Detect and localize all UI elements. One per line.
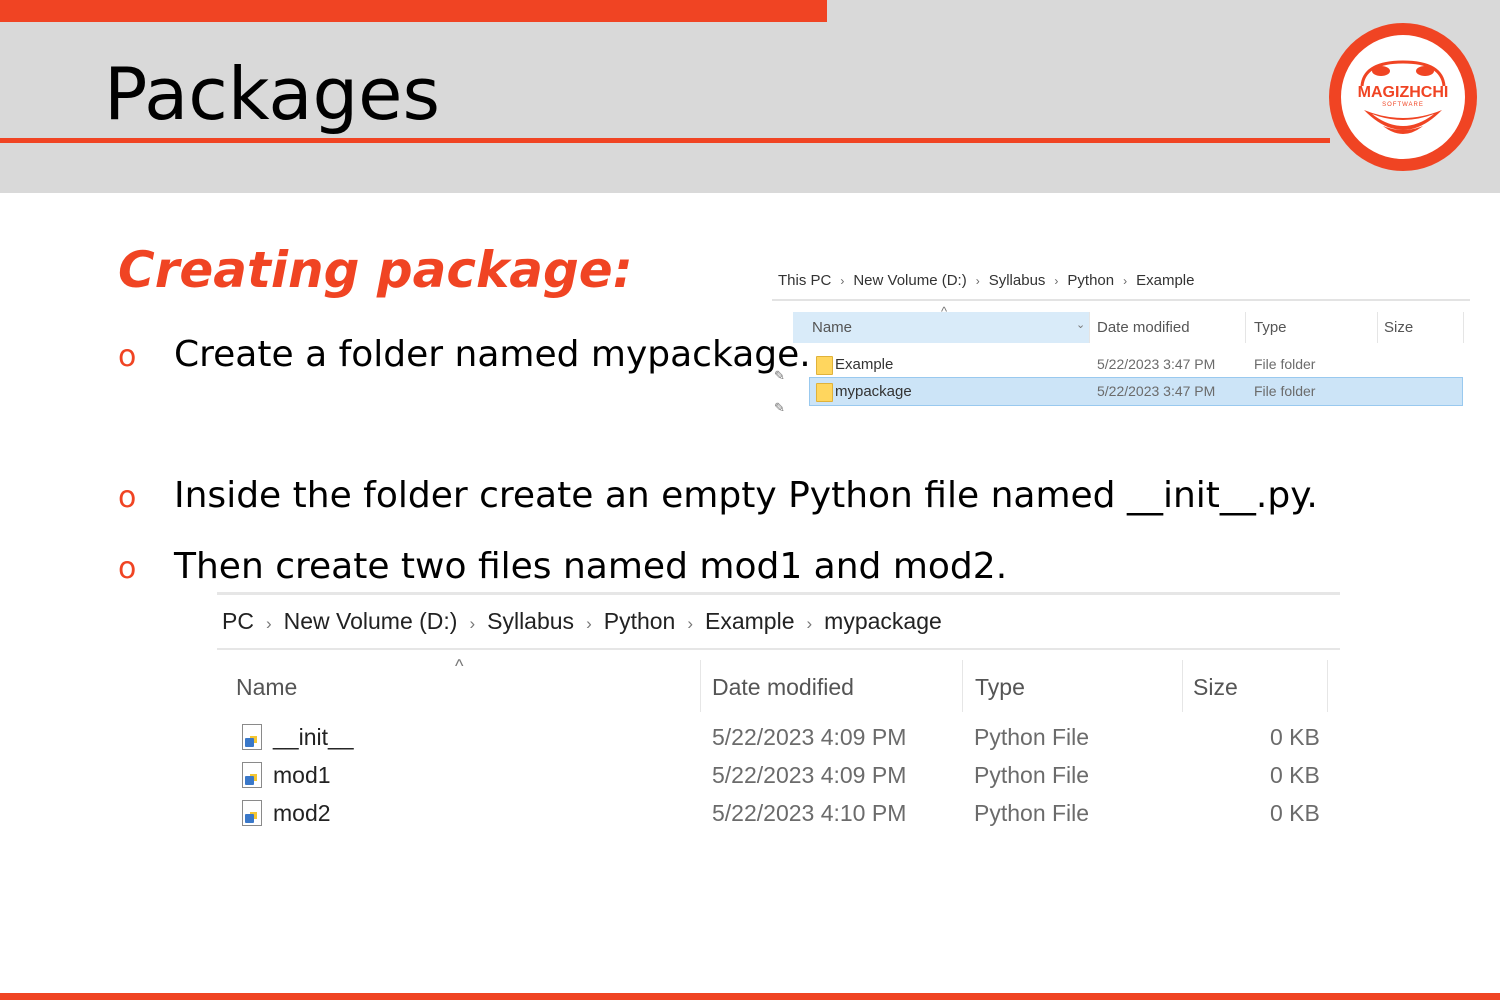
- logo-brand-text: MAGIZHCHI: [1358, 84, 1449, 101]
- chevron-right-icon: ›: [1123, 274, 1128, 288]
- divider: [217, 592, 1340, 595]
- column-header-type[interactable]: Type: [1254, 319, 1287, 336]
- column-divider: [1463, 312, 1464, 343]
- logo-sub-text: SOFTWARE: [1382, 102, 1424, 108]
- python-file-icon: [242, 800, 262, 826]
- file-date: 5/22/2023 4:10 PM: [712, 800, 907, 826]
- chevron-right-icon: ›: [265, 614, 272, 633]
- magizhchi-logo: MAGIZHCHI SOFTWARE: [1329, 23, 1477, 171]
- column-header-size[interactable]: Size: [1384, 319, 1413, 336]
- breadcrumb: This PC › New Volume (D:) › Syllabus › Python ›…: [778, 272, 1194, 289]
- column-divider: [1327, 660, 1328, 712]
- file-name: Example: [835, 356, 894, 373]
- file-date: 5/22/2023 3:47 PM: [1097, 383, 1216, 399]
- folder-icon: [816, 383, 833, 402]
- breadcrumb-item[interactable]: Syllabus: [989, 272, 1046, 289]
- folder-icon: [816, 356, 833, 375]
- section-heading: Creating package:: [118, 241, 633, 299]
- column-header-name[interactable]: Name: [236, 674, 297, 701]
- file-date: 5/22/2023 3:47 PM: [1097, 356, 1216, 372]
- file-row[interactable]: mod2 5/22/2023 4:10 PM Python File 0 KB: [237, 796, 1337, 832]
- file-type: File folder: [1254, 356, 1316, 372]
- file-type: Python File: [974, 800, 1090, 826]
- chevron-right-icon: ›: [975, 274, 980, 288]
- file-type: Python File: [974, 724, 1090, 750]
- breadcrumb-item[interactable]: Python: [1067, 272, 1114, 289]
- file-name: mypackage: [835, 383, 912, 400]
- pin-icon: ✎: [774, 400, 785, 415]
- file-type: Python File: [974, 762, 1090, 788]
- breadcrumb-item[interactable]: PC: [222, 608, 254, 634]
- breadcrumb-item[interactable]: Python: [604, 608, 676, 634]
- breadcrumb-item[interactable]: Syllabus: [487, 608, 574, 634]
- bullet-item: o Then create two files named mod1 and mo…: [118, 545, 1007, 591]
- explorer-screenshot-mypackage: PC › New Volume (D:) › Syllabus › Python › Examp…: [217, 592, 1342, 842]
- sort-caret-icon: ^: [455, 656, 464, 676]
- bullet-marker: o: [118, 339, 137, 374]
- file-type: File folder: [1254, 383, 1316, 399]
- file-size: 0 KB: [1270, 800, 1320, 826]
- file-row[interactable]: __init__ 5/22/2023 4:09 PM Python File 0…: [237, 720, 1337, 756]
- column-header-date[interactable]: Date modified: [1097, 319, 1190, 336]
- column-divider: [1182, 660, 1183, 712]
- bullet-marker: o: [118, 480, 137, 515]
- file-date: 5/22/2023 4:09 PM: [712, 762, 907, 788]
- chevron-right-icon: ›: [806, 614, 813, 633]
- file-name: mod1: [273, 762, 331, 788]
- breadcrumb-item[interactable]: Example: [1136, 272, 1194, 289]
- file-row[interactable]: mod1 5/22/2023 4:09 PM Python File 0 KB: [237, 758, 1337, 794]
- breadcrumb: PC › New Volume (D:) › Syllabus › Python › Examp…: [222, 608, 942, 635]
- file-date: 5/22/2023 4:09 PM: [712, 724, 907, 750]
- file-name: __init__: [273, 724, 354, 750]
- column-header-name[interactable]: Name: [812, 319, 852, 336]
- bullet-item: o Inside the folder create an empty Pytho…: [118, 474, 1318, 520]
- breadcrumb-item[interactable]: mypackage: [824, 608, 942, 634]
- page-title: Packages: [104, 52, 440, 136]
- file-row-selected[interactable]: mypackage 5/22/2023 3:47 PM File folder: [809, 377, 1463, 406]
- explorer-screenshot-example: This PC › New Volume (D:) › Syllabus › Python ›…: [772, 268, 1472, 418]
- pin-icon: ✎: [774, 368, 785, 383]
- bottom-accent-bar: [0, 993, 1500, 1000]
- column-header-row: Name ^ ⌄ Date modified Type Size: [793, 304, 1465, 343]
- column-header-size[interactable]: Size: [1193, 674, 1238, 701]
- bullet-text: Inside the folder create an empty Python…: [174, 475, 1318, 516]
- top-accent-bar: [0, 0, 827, 22]
- breadcrumb-item[interactable]: New Volume (D:): [284, 608, 458, 634]
- file-name: mod2: [273, 800, 331, 826]
- column-divider: [962, 660, 963, 712]
- bullet-text: Then create two files named mod1 and mod…: [174, 546, 1008, 587]
- divider: [217, 648, 1340, 650]
- file-row[interactable]: Example 5/22/2023 3:47 PM File folder: [810, 351, 1462, 378]
- column-header-date[interactable]: Date modified: [712, 674, 854, 701]
- file-size: 0 KB: [1270, 724, 1320, 750]
- column-divider: [1377, 312, 1378, 343]
- sort-caret-icon: ^: [941, 304, 948, 319]
- python-file-icon: [242, 724, 262, 750]
- chevron-right-icon: ›: [840, 274, 845, 288]
- chevron-right-icon: ›: [469, 614, 476, 633]
- bullet-marker: o: [118, 551, 137, 586]
- bullet-item: o Create a folder named mypackage.: [118, 333, 811, 379]
- column-divider: [1245, 312, 1246, 343]
- column-divider: [700, 660, 701, 712]
- chevron-down-icon[interactable]: ⌄: [1076, 318, 1085, 331]
- bullet-text: Create a folder named mypackage.: [174, 334, 811, 375]
- column-header-type[interactable]: Type: [975, 674, 1025, 701]
- file-size: 0 KB: [1270, 762, 1320, 788]
- column-divider: [1089, 312, 1090, 343]
- breadcrumb-item[interactable]: This PC: [778, 272, 831, 289]
- chevron-right-icon: ›: [1054, 274, 1059, 288]
- divider: [772, 299, 1470, 301]
- breadcrumb-item[interactable]: Example: [705, 608, 794, 634]
- breadcrumb-item[interactable]: New Volume (D:): [853, 272, 966, 289]
- chevron-right-icon: ›: [687, 614, 694, 633]
- chevron-right-icon: ›: [586, 614, 592, 633]
- title-underline: [0, 138, 1330, 143]
- python-file-icon: [242, 762, 262, 788]
